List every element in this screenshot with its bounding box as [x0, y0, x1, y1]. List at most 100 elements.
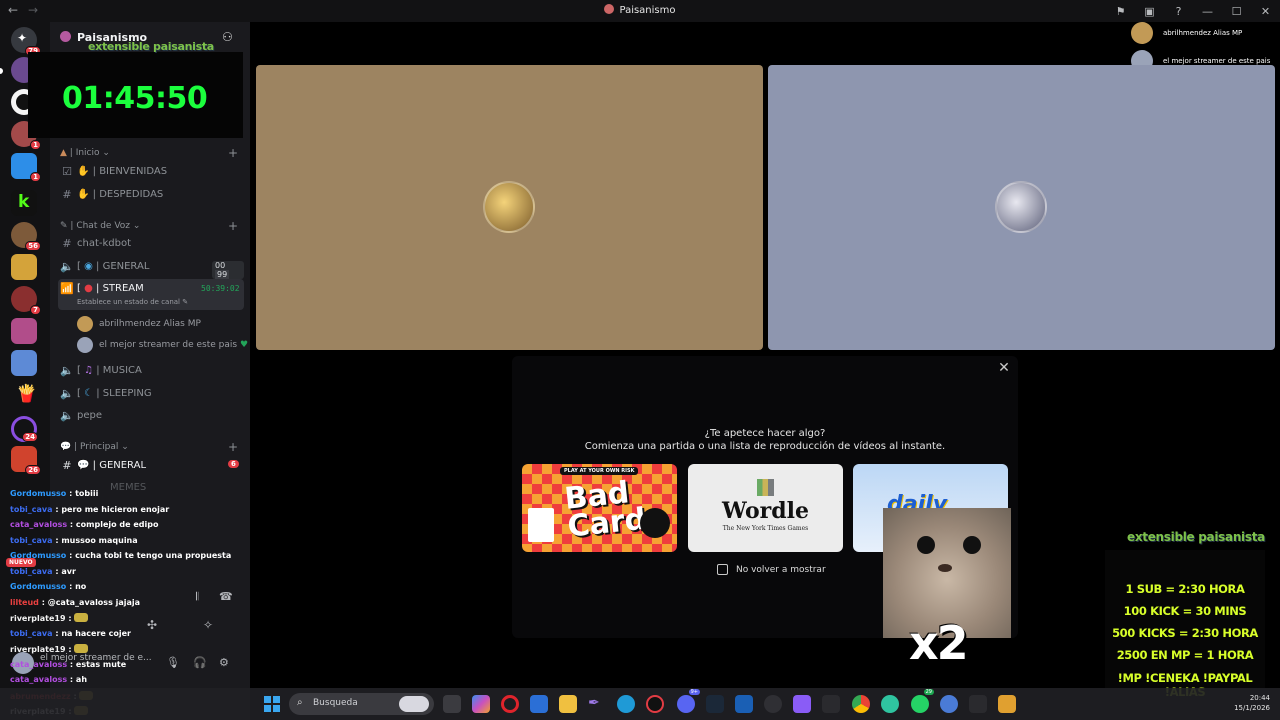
pen-icon[interactable]: ✒	[588, 695, 606, 713]
add-member-icon[interactable]: ⚇	[222, 30, 233, 44]
folder-icon[interactable]	[559, 695, 577, 713]
store-icon[interactable]	[530, 695, 548, 713]
whatsapp-badge: 29	[923, 689, 934, 695]
category-principal[interactable]: 💬 | Principal ⌄ +	[60, 440, 238, 454]
multiplier-label: x2	[909, 616, 969, 670]
speaker-icon: 🔈	[60, 260, 74, 273]
server-icon-4[interactable]: 1	[11, 153, 41, 182]
voice-channel-musica[interactable]: 🔈 [ ♫ | MUSICA	[58, 361, 244, 381]
voice-channel-stream[interactable]: 📶 [ ● | STREAM 50:39:02 Establece un est…	[58, 279, 244, 310]
chat-separator: :	[66, 489, 76, 498]
activity-card-bad-cards[interactable]: PLAY AT YOUR OWN RISK Bad Cards	[522, 464, 677, 552]
category-label: | Principal	[74, 442, 119, 452]
screen-share-icon[interactable]: ▣	[1135, 5, 1164, 18]
countdown-timer: 01:45:50	[62, 81, 208, 116]
server-icon-10[interactable]	[11, 350, 37, 376]
calculator-icon[interactable]	[969, 695, 987, 713]
search-placeholder: Busqueda	[313, 698, 358, 708]
user-count: 00 99	[212, 261, 244, 279]
windows-start-icon[interactable]	[264, 696, 280, 712]
participant-tile[interactable]	[768, 65, 1275, 350]
settings-icon[interactable]	[940, 695, 958, 713]
extensible-logo: extensible paisanista	[88, 40, 214, 53]
server-icon-12[interactable]: 24	[11, 416, 38, 442]
steam-icon[interactable]	[706, 695, 724, 713]
terminal-icon[interactable]	[822, 695, 840, 713]
channel-label: [ ☾ | SLEEPING	[77, 388, 152, 399]
help-icon[interactable]: ?	[1164, 5, 1193, 18]
server-icon-7[interactable]	[11, 254, 37, 280]
chat-message: tobi_cava : avr	[10, 567, 76, 576]
chrome-icon[interactable]	[852, 695, 870, 713]
channel-general[interactable]: # 💬 | GENERAL 6	[58, 456, 244, 476]
channel-chat-kdbot[interactable]: # chat-kdbot	[58, 234, 244, 254]
server-icon-9[interactable]	[11, 318, 37, 344]
direct-messages-icon[interactable]: ✦ 79	[11, 27, 41, 56]
card-header: PLAY AT YOUR OWN RISK	[560, 467, 639, 475]
channel-status-prompt[interactable]: Establece un estado de canal ✎	[77, 298, 188, 306]
chevron-down-icon[interactable]: ⌄	[133, 30, 141, 40]
close-window-icon[interactable]: ✕	[1251, 5, 1280, 18]
cat-eye	[963, 536, 981, 554]
server-badge: 1	[30, 140, 41, 150]
chat-message: Gordomusso : tobiii	[10, 489, 98, 498]
dont-show-again-checkbox[interactable]	[717, 564, 728, 575]
chat-message: cata_avaloss : estas mute	[10, 660, 126, 669]
opera-icon[interactable]	[501, 695, 519, 713]
taskbar-search[interactable]: ⌕ Busqueda	[289, 693, 434, 715]
chat-username: riverplate19	[10, 614, 66, 623]
channel-name: | GENERAL	[92, 460, 147, 471]
activity-card-wordle[interactable]: Wordle The New York Times Games	[688, 464, 843, 552]
channel-name: pepe	[77, 410, 102, 421]
server-icon-6[interactable]: 56	[11, 222, 41, 251]
unread-badge: 6	[228, 460, 239, 468]
channel-despedidas[interactable]: # ✋ | DESPEDIDAS	[58, 185, 244, 205]
channel-bienvenidas[interactable]: ☑ ✋ | BIENVENIDAS	[58, 162, 244, 182]
close-icon[interactable]: ✕	[996, 360, 1012, 376]
participant-tile[interactable]	[256, 65, 763, 350]
category-chat-de-voz[interactable]: ✎ | Chat de Voz ⌄ +	[60, 219, 238, 233]
search-highlight-icon	[399, 696, 429, 712]
modal-subtitle: Comienza una partida o una lista de repr…	[584, 441, 946, 452]
copilot-icon[interactable]	[472, 695, 490, 713]
server-icon-13[interactable]: 26	[11, 446, 41, 475]
voice-channel-sleeping[interactable]: 🔈 [ ☾ | SLEEPING	[58, 384, 244, 404]
channel-label: [ ● | STREAM	[77, 283, 144, 294]
user-count-value: 00	[215, 261, 226, 270]
chat-text: avr	[61, 566, 76, 576]
modal-title: ¿Te apetece hacer algo?	[704, 428, 826, 439]
browser-icon[interactable]	[764, 695, 782, 713]
whatsapp-icon[interactable]: 29	[911, 689, 934, 713]
taskbar-clock[interactable]: 20:44 15/1/2026	[1214, 693, 1270, 713]
server-badge: 26	[25, 465, 41, 475]
notes-icon[interactable]	[998, 695, 1016, 713]
app-icon[interactable]	[646, 695, 664, 713]
stream-timer: 50:39:02	[201, 284, 240, 293]
minimize-icon[interactable]: —	[1193, 5, 1222, 18]
app-icon-2[interactable]	[881, 695, 899, 713]
channel-name: | GENERAL	[96, 261, 150, 272]
task-view-icon[interactable]	[443, 695, 461, 713]
category-inicio[interactable]: ▲ | Inicio ⌄ +	[60, 146, 238, 160]
hashtag-icon: #	[62, 459, 72, 472]
maximize-icon[interactable]: ☐	[1222, 5, 1251, 18]
add-channel-icon[interactable]: +	[228, 440, 238, 454]
fries-server-icon[interactable]: 🍟	[11, 382, 37, 408]
discord-icon[interactable]: 9+	[677, 689, 700, 713]
add-channel-icon[interactable]: +	[228, 219, 238, 233]
chat-separator: :	[52, 504, 62, 514]
voice-channel-pepe[interactable]: 🔈 pepe	[58, 406, 244, 426]
add-channel-icon[interactable]: +	[228, 146, 238, 160]
vscode-icon[interactable]	[735, 695, 753, 713]
app-grid-icon[interactable]	[793, 695, 811, 713]
flag-icon[interactable]: ⚑	[1106, 5, 1135, 18]
chat-text: estas mute	[75, 659, 127, 669]
edge-icon[interactable]	[617, 695, 635, 713]
chat-text: pero me hicieron enojar	[61, 504, 170, 514]
server-icon-8[interactable]: 7	[11, 286, 41, 315]
voice-channel-general[interactable]: 🔈 [ ◉ | GENERAL 00 99	[58, 257, 244, 279]
window-title: Paisanismo	[0, 4, 1280, 16]
channel-name: | BIENVENIDAS	[92, 166, 168, 177]
wrench-icon: ✎	[60, 221, 68, 231]
kick-server-icon[interactable]: k	[11, 190, 37, 216]
